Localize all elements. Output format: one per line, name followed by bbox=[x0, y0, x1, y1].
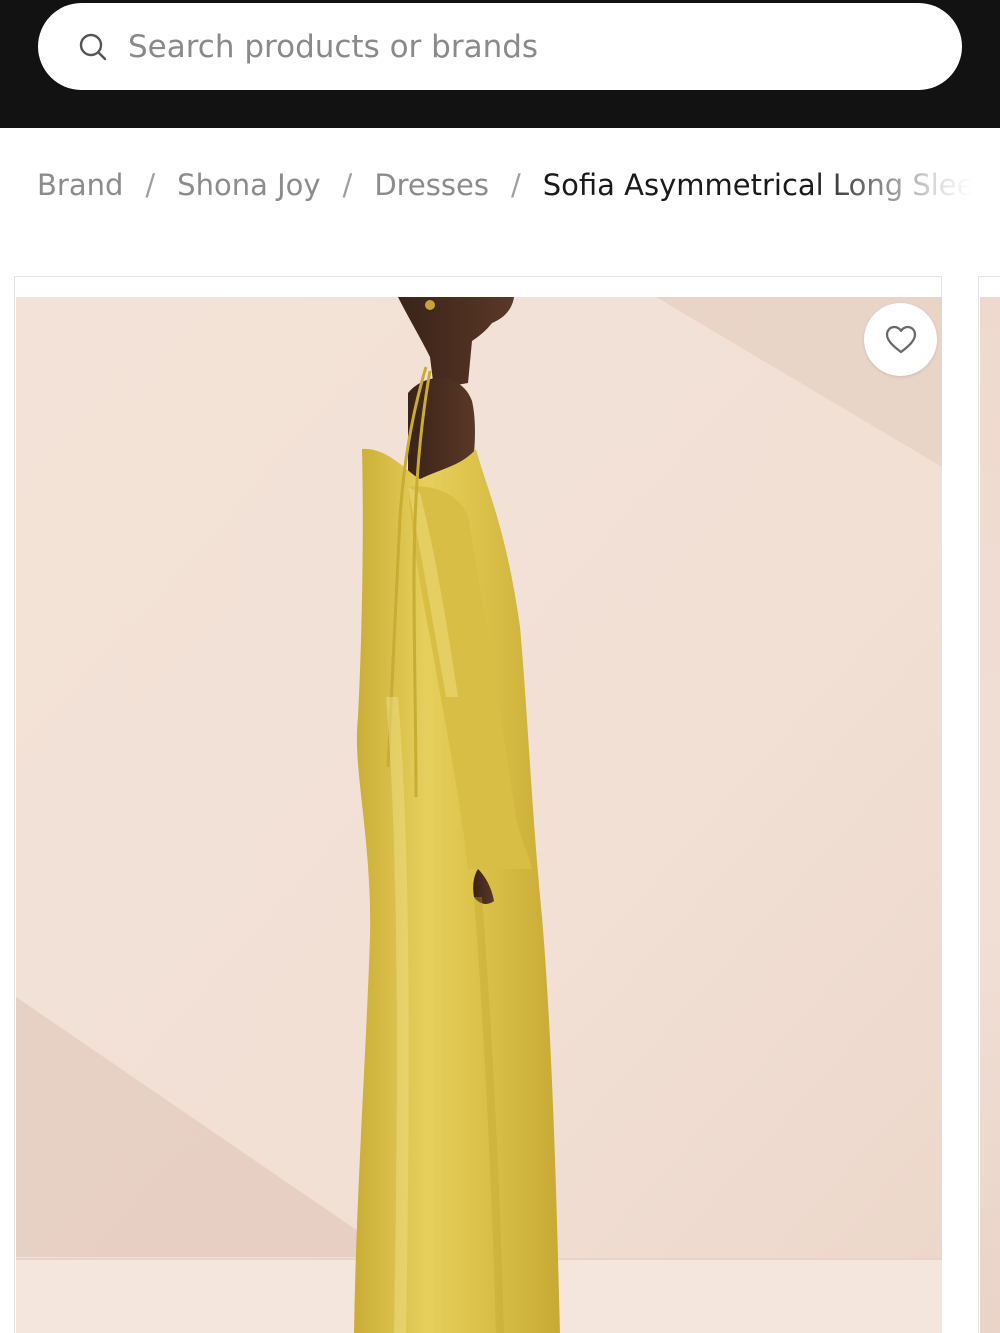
heart-outline-icon bbox=[884, 323, 918, 357]
product-page: Brand / Shona Joy / Dresses / Sofia Asym… bbox=[0, 0, 1000, 1333]
breadcrumb-separator: / bbox=[342, 168, 353, 202]
next-product-photo bbox=[980, 297, 1000, 1333]
breadcrumb-link-dresses[interactable]: Dresses bbox=[374, 168, 489, 202]
product-photo-illustration bbox=[16, 297, 942, 1333]
breadcrumb-link-shona-joy[interactable]: Shona Joy bbox=[177, 168, 320, 202]
favorite-button[interactable] bbox=[864, 303, 937, 376]
top-header bbox=[0, 0, 1000, 128]
product-image-card[interactable] bbox=[14, 276, 942, 1333]
product-photo[interactable] bbox=[16, 297, 942, 1333]
search-bar[interactable] bbox=[38, 3, 962, 90]
search-icon bbox=[78, 32, 108, 62]
next-image-card[interactable] bbox=[978, 276, 1000, 1333]
breadcrumb-current-product: Sofia Asymmetrical Long Sleeve bbox=[542, 168, 973, 202]
product-image-carousel[interactable] bbox=[0, 276, 1000, 1333]
breadcrumb-separator: / bbox=[510, 168, 521, 202]
breadcrumb-separator: / bbox=[145, 168, 156, 202]
search-input[interactable] bbox=[128, 28, 888, 65]
breadcrumb-link-brand[interactable]: Brand bbox=[37, 168, 123, 202]
breadcrumb: Brand / Shona Joy / Dresses / Sofia Asym… bbox=[37, 160, 1000, 210]
